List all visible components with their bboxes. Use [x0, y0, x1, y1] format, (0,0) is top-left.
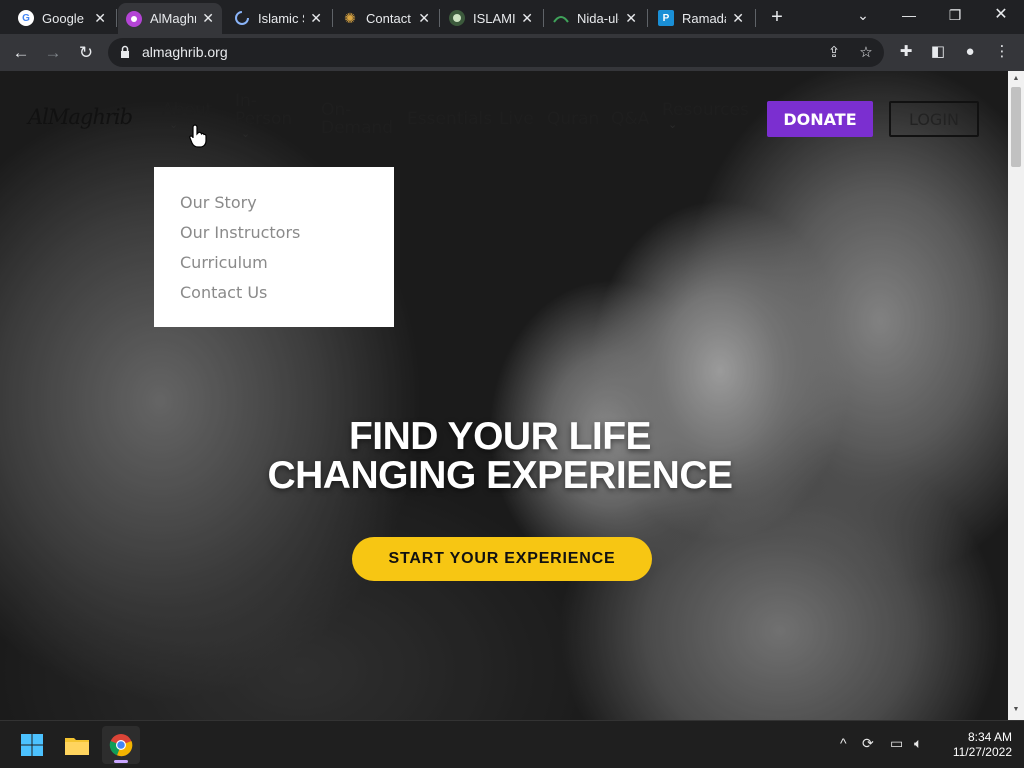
tab-title: Ramada: [682, 10, 727, 26]
tab-islamic-s[interactable]: Islamic S ✕: [226, 4, 330, 32]
close-window-icon[interactable]: ✕: [978, 0, 1024, 30]
side-panel-icon[interactable]: ◧: [928, 42, 948, 62]
clock-date: 11/27/2022: [952, 745, 1012, 759]
chevron-up-icon[interactable]: ^: [840, 735, 847, 751]
tab-google[interactable]: G Google ✕: [10, 4, 114, 32]
islamic-icon: [449, 10, 465, 26]
tab-title: Contact: [366, 10, 411, 26]
menu-item-contact-us[interactable]: Contact Us: [154, 282, 394, 312]
tab-contact[interactable]: ✺ Contact ✕: [334, 4, 438, 32]
scrollbar-thumb[interactable]: [1011, 87, 1021, 167]
close-tab-icon[interactable]: ✕: [202, 10, 214, 27]
google-icon: G: [18, 10, 34, 26]
page-scrollbar[interactable]: ▲ ▼: [1008, 71, 1024, 720]
extensions-icon[interactable]: ✚: [896, 42, 916, 62]
nav-quran[interactable]: Quran: [547, 110, 599, 129]
url-text[interactable]: almaghrib.org: [142, 44, 228, 60]
close-tab-icon[interactable]: ✕: [310, 10, 322, 27]
close-tab-icon[interactable]: ✕: [625, 10, 637, 27]
login-button[interactable]: LOGIN: [889, 101, 979, 137]
menu-item-our-instructors[interactable]: Our Instructors: [154, 222, 394, 252]
tab-title: Nida-ul-: [577, 10, 620, 26]
tab-search-icon[interactable]: ⌄: [840, 0, 886, 30]
p-icon: P: [658, 10, 674, 26]
tab-divider: [332, 9, 333, 27]
loading-icon: [234, 10, 250, 26]
windows-taskbar: ^ ⟳ ▭ 🔈︎ 8:34 AM 11/27/2022: [0, 720, 1024, 768]
site-logo[interactable]: AlMaghrib: [28, 105, 133, 129]
tab-divider: [755, 9, 756, 27]
chrome-taskbar-icon[interactable]: [102, 726, 140, 764]
close-tab-icon[interactable]: ✕: [732, 10, 744, 27]
nida-icon: [553, 10, 569, 26]
tab-title: Islamic S: [258, 10, 304, 26]
tab-title: AlMaghrib: [150, 11, 197, 26]
contact-icon: ✺: [344, 9, 356, 26]
tab-title: ISLAMIC: [473, 10, 516, 26]
tab-strip: G Google ✕ AlMaghrib ✕ Islamic S ✕ ✺ Con…: [0, 0, 1024, 34]
active-app-indicator: [114, 760, 128, 763]
page-viewport: AlMaghrib About ⌄ In- Person ⌄ On- Deman…: [0, 71, 1024, 720]
lock-icon[interactable]: [120, 45, 130, 59]
start-experience-button[interactable]: START YOUR EXPERIENCE: [352, 537, 652, 581]
chevron-down-icon: ⌄: [169, 119, 179, 131]
tab-divider: [116, 9, 117, 27]
network-icon[interactable]: ▭: [890, 735, 903, 752]
scroll-up-arrow-icon[interactable]: ▲: [1012, 75, 1020, 83]
almaghrib-icon: [126, 10, 142, 27]
profile-icon[interactable]: ●: [960, 42, 980, 62]
chevron-down-icon: ⌄: [668, 119, 678, 131]
menu-item-our-story[interactable]: Our Story: [154, 192, 394, 222]
tab-almaghrib[interactable]: AlMaghrib ✕: [118, 3, 222, 34]
scroll-down-arrow-icon[interactable]: ▼: [1012, 706, 1020, 714]
close-tab-icon[interactable]: ✕: [418, 10, 430, 27]
share-icon[interactable]: ⇪: [824, 43, 844, 63]
menu-item-curriculum[interactable]: Curriculum: [154, 252, 394, 282]
tab-divider: [543, 9, 544, 27]
hero-headline: FIND YOUR LIFE CHANGING EXPERIENCE: [230, 417, 770, 495]
hand-cursor-icon: [189, 124, 207, 148]
clock-time: 8:34 AM: [967, 730, 1012, 744]
system-clock[interactable]: 8:34 AM 11/27/2022: [940, 730, 1012, 760]
chevron-down-icon: ⌄: [241, 128, 251, 140]
close-tab-icon[interactable]: ✕: [94, 10, 106, 27]
volume-icon[interactable]: 🔈︎: [914, 735, 922, 752]
forward-icon[interactable]: →: [41, 41, 65, 65]
donate-button[interactable]: DONATE: [767, 101, 873, 137]
nav-essentials[interactable]: Essentials: [407, 110, 492, 129]
file-explorer-icon[interactable]: [58, 726, 96, 764]
address-bar[interactable]: almaghrib.org ⇪ ☆: [108, 38, 884, 67]
hero-headline-line1: FIND YOUR LIFE: [348, 415, 652, 458]
tab-divider: [647, 9, 648, 27]
bookmark-star-icon[interactable]: ☆: [856, 43, 876, 63]
close-tab-icon[interactable]: ✕: [521, 10, 533, 27]
new-tab-button[interactable]: +: [766, 6, 788, 28]
about-dropdown-menu: Our Story Our Instructors Curriculum Con…: [154, 167, 394, 327]
tab-ramada[interactable]: P Ramada ✕: [650, 4, 752, 32]
minimize-icon[interactable]: —: [886, 0, 932, 30]
windows-start-icon[interactable]: [13, 726, 51, 764]
nav-on-demand-line2[interactable]: Demand: [321, 119, 393, 138]
browser-toolbar: ← → ↻ almaghrib.org ⇪ ☆ ✚ ◧ ● ⋮: [0, 34, 1024, 71]
nav-live[interactable]: Live: [499, 110, 534, 129]
tab-nida[interactable]: Nida-ul- ✕: [545, 4, 645, 32]
tab-title: Google: [42, 10, 84, 26]
back-icon[interactable]: ←: [9, 41, 33, 65]
restore-icon[interactable]: ❐: [932, 0, 978, 30]
menu-icon[interactable]: ⋮: [992, 42, 1012, 62]
nav-qa[interactable]: Q&A: [611, 110, 649, 129]
tab-divider: [439, 9, 440, 27]
tab-islamic[interactable]: ISLAMIC ✕: [441, 4, 541, 32]
reload-icon[interactable]: ↻: [74, 41, 98, 65]
hero-overlay: [0, 71, 1008, 720]
sync-icon[interactable]: ⟳: [862, 735, 874, 752]
hero-headline-line2: CHANGING EXPERIENCE: [267, 454, 733, 497]
